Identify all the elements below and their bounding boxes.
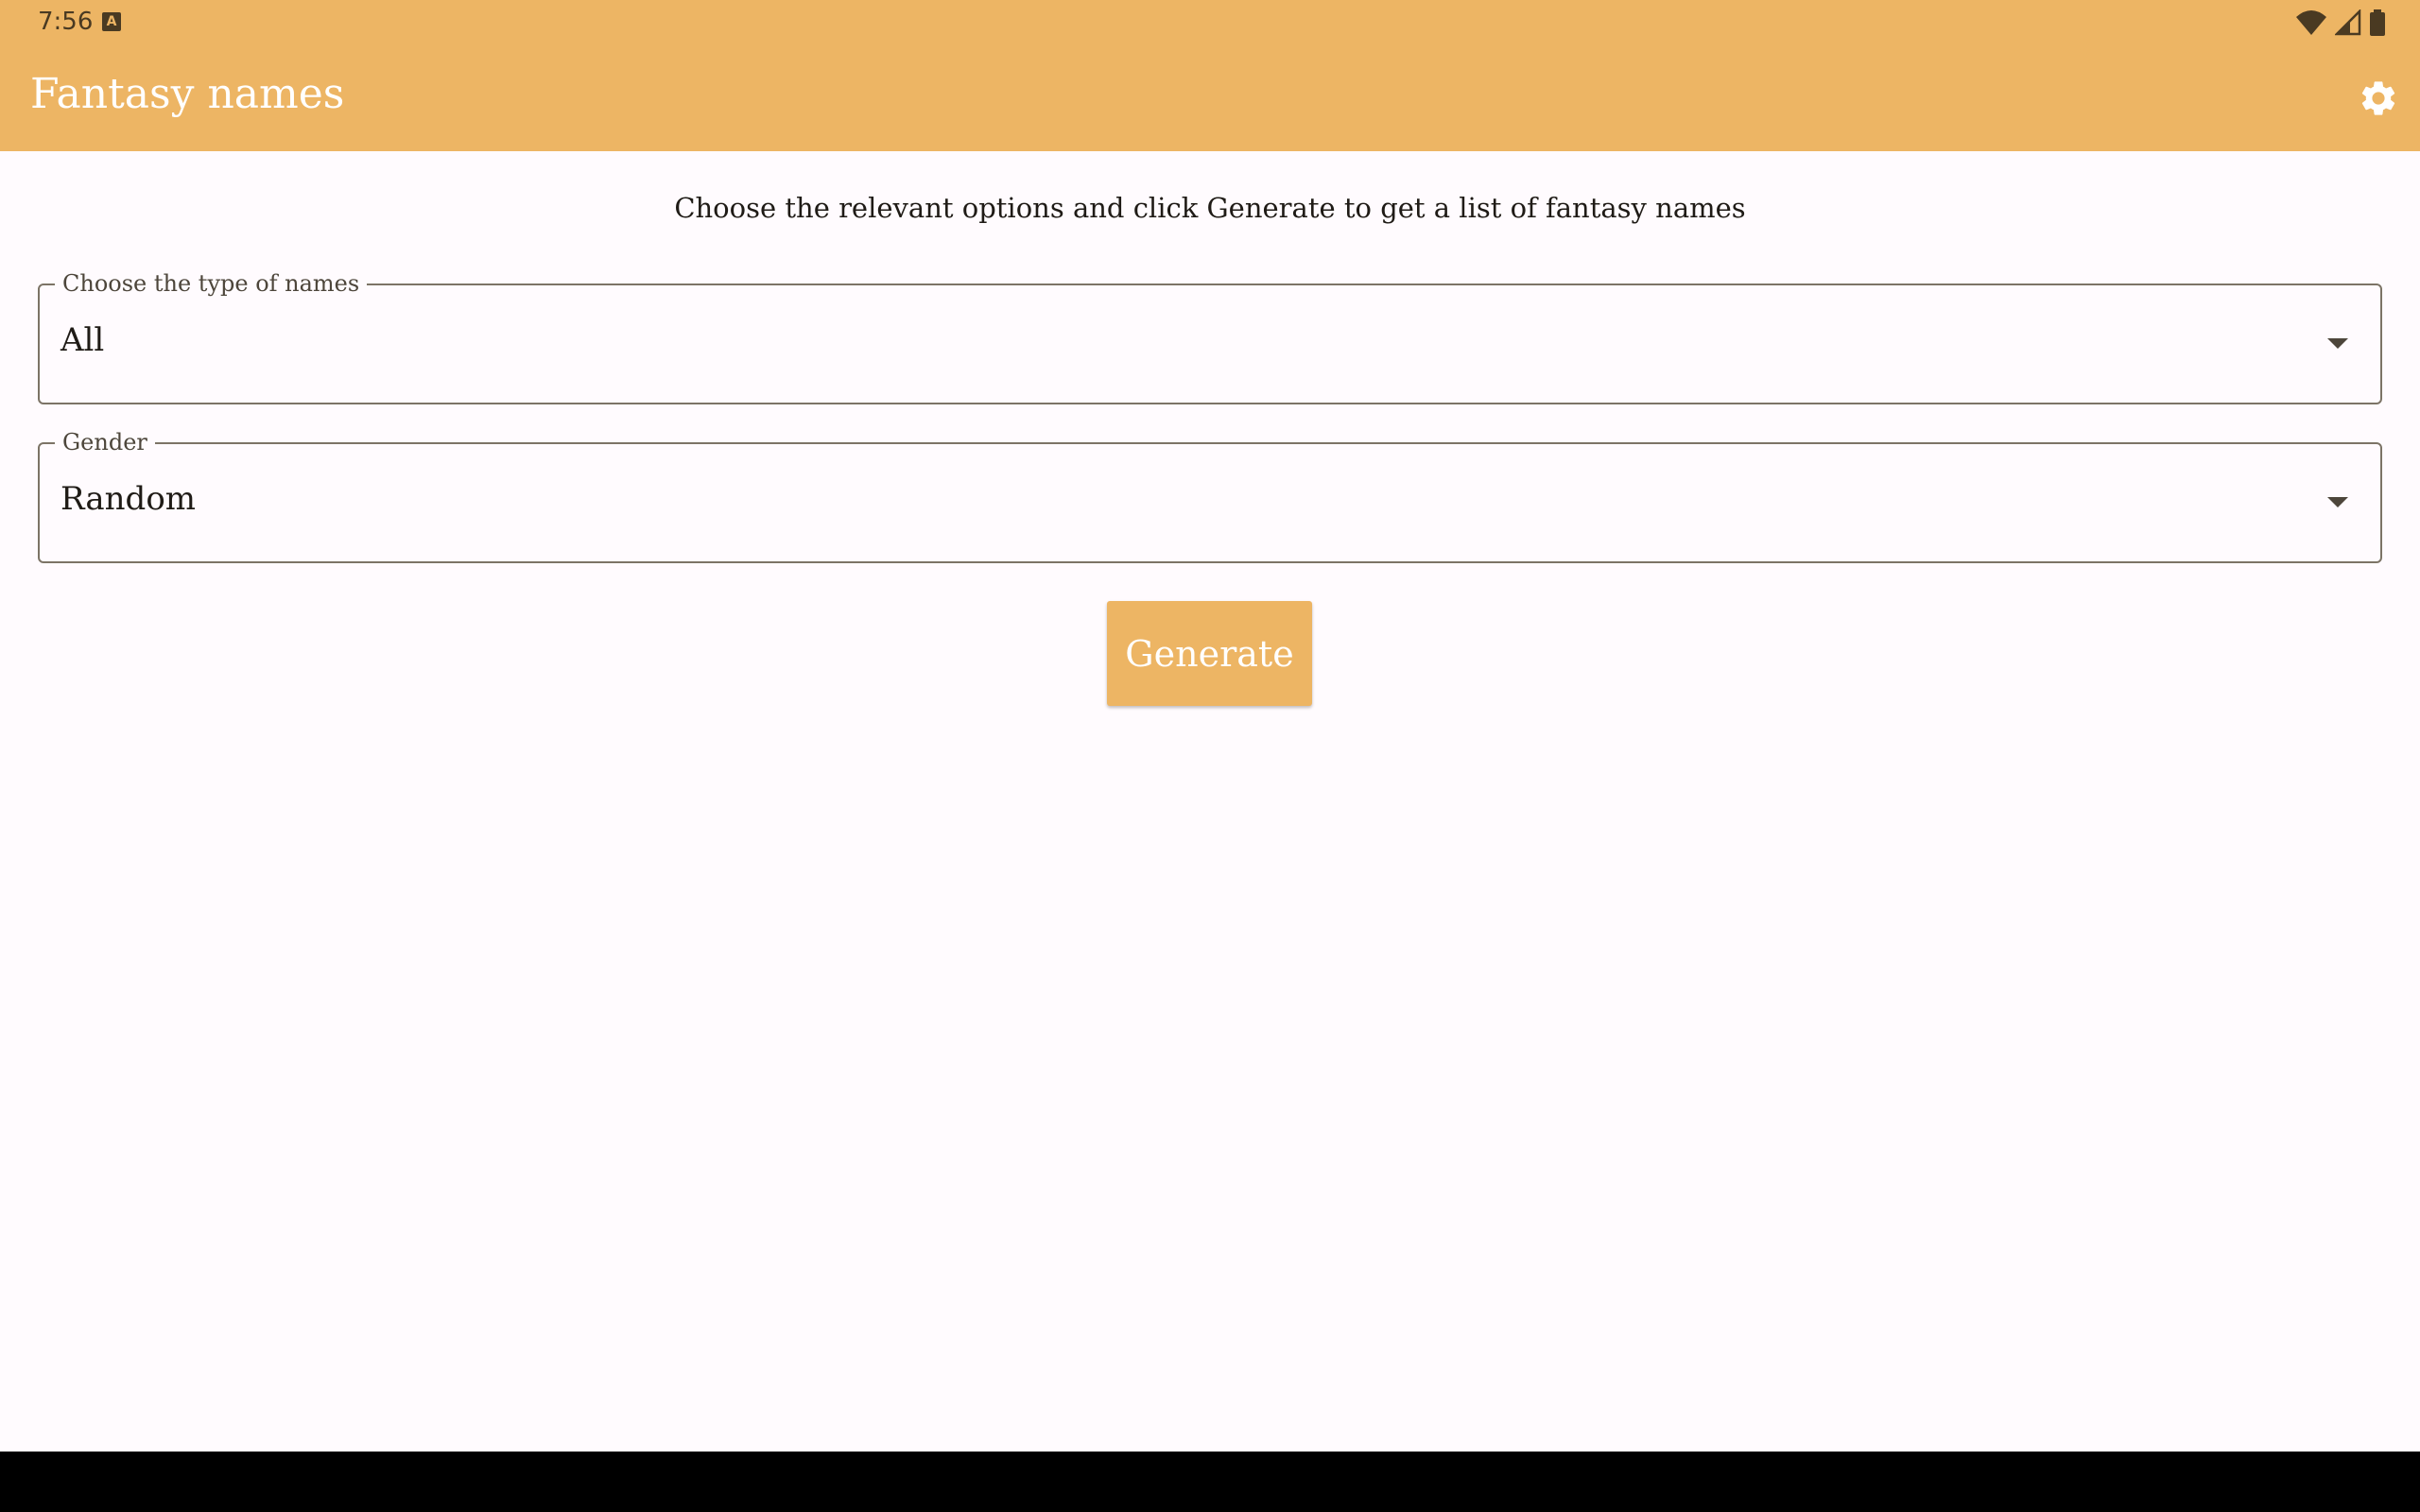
notification-icon: A	[102, 12, 121, 31]
navigation-bar	[0, 1452, 2420, 1512]
dropdown-arrow-icon	[2327, 497, 2348, 507]
gender-dropdown[interactable]: Gender Random	[38, 428, 2382, 563]
status-icons	[2295, 9, 2386, 36]
gender-label: Gender	[55, 428, 155, 456]
wifi-icon	[2296, 10, 2326, 35]
app-bar: Fantasy names	[0, 45, 2420, 151]
name-type-dropdown[interactable]: Choose the type of names All	[38, 269, 2382, 404]
signal-icon	[2335, 9, 2361, 36]
name-type-label: Choose the type of names	[55, 269, 368, 298]
gear-icon	[2361, 81, 2395, 115]
main-content: Choose the relevant options and click Ge…	[0, 151, 2420, 1452]
dropdown-arrow-icon	[2327, 338, 2348, 349]
intro-text: Choose the relevant options and click Ge…	[674, 192, 1746, 224]
gender-value: Random	[60, 480, 197, 518]
battery-icon	[2370, 9, 2385, 36]
generate-button[interactable]: Generate	[1107, 601, 1312, 706]
name-type-value: All	[60, 321, 105, 359]
settings-button[interactable]	[2352, 72, 2405, 125]
status-time: 7:56	[38, 8, 94, 36]
app-title: Fantasy names	[30, 70, 345, 118]
status-bar: 7:56 A	[0, 0, 2420, 45]
